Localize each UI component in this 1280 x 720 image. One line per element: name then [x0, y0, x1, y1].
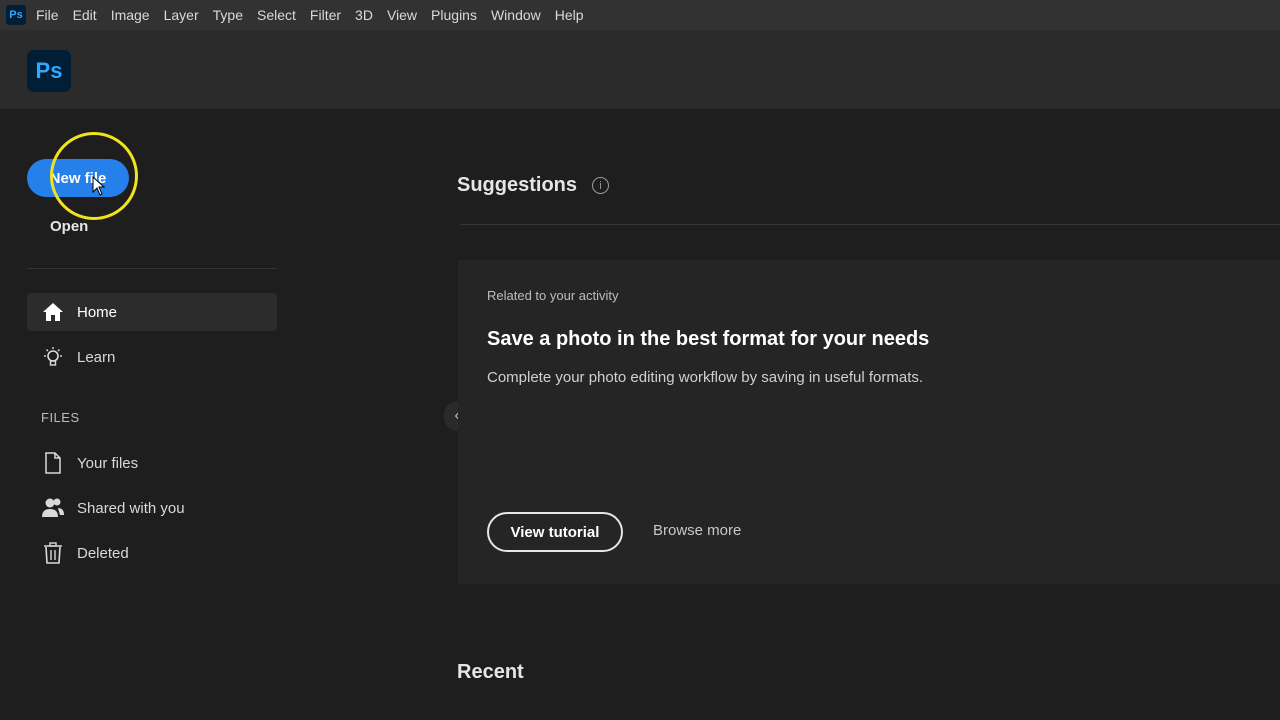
menu-help[interactable]: Help: [555, 7, 584, 23]
file-icon: [41, 451, 65, 475]
sidebar-item-label: Deleted: [77, 544, 129, 562]
new-file-button[interactable]: New file: [27, 159, 129, 197]
sidebar-item-label: Your files: [77, 454, 139, 472]
menu-file[interactable]: File: [36, 7, 59, 23]
sidebar-item-learn[interactable]: Learn: [27, 338, 277, 376]
menu-edit[interactable]: Edit: [73, 7, 97, 23]
photoshop-app-icon[interactable]: Ps: [6, 5, 26, 25]
menu-bar: Ps File Edit Image Layer Type Select Fil…: [0, 0, 1280, 30]
suggestions-heading: Suggestions: [457, 174, 578, 196]
menu-select[interactable]: Select: [257, 7, 296, 23]
sidebar-item-your-files[interactable]: Your files: [27, 444, 277, 482]
trash-icon: [41, 541, 65, 565]
menu-filter[interactable]: Filter: [310, 7, 341, 23]
suggestion-card: Related to your activity Save a photo in…: [458, 260, 1280, 584]
home-icon: [41, 300, 65, 324]
app-header: Ps: [0, 30, 1280, 110]
sidebar-item-deleted[interactable]: Deleted: [27, 534, 277, 572]
suggestion-title: Save a photo in the best format for your…: [487, 328, 930, 350]
home-screen: New file Open Home Learn FILES Your file…: [0, 110, 1280, 720]
mouse-cursor-icon: [92, 176, 106, 196]
suggestion-tag: Related to your activity: [487, 288, 619, 303]
suggestion-description: Complete your photo editing workflow by …: [487, 369, 924, 386]
menu-type[interactable]: Type: [213, 7, 243, 23]
view-tutorial-button[interactable]: View tutorial: [487, 512, 623, 552]
sidebar-item-label: Learn: [77, 348, 116, 366]
browse-more-link[interactable]: Browse more: [653, 522, 741, 539]
sidebar-item-shared[interactable]: Shared with you: [27, 489, 277, 527]
lightbulb-icon: [41, 345, 65, 369]
photoshop-logo[interactable]: Ps: [27, 50, 71, 92]
info-icon[interactable]: i: [592, 177, 609, 194]
recent-heading: Recent: [457, 661, 524, 683]
menu-window[interactable]: Window: [491, 7, 541, 23]
sidebar-item-label: Shared with you: [77, 499, 185, 517]
menu-3d[interactable]: 3D: [355, 7, 373, 23]
menu-layer[interactable]: Layer: [164, 7, 199, 23]
sidebar-item-label: Home: [77, 303, 118, 321]
menu-plugins[interactable]: Plugins: [431, 7, 477, 23]
shared-users-icon: [41, 496, 65, 520]
menu-image[interactable]: Image: [111, 7, 150, 23]
sidebar-divider: [27, 268, 277, 269]
sidebar-item-home[interactable]: Home: [27, 293, 277, 331]
suggestions-divider: [460, 224, 1280, 225]
menu-view[interactable]: View: [387, 7, 417, 23]
open-button[interactable]: Open: [50, 218, 88, 235]
files-section-label: FILES: [41, 410, 80, 425]
